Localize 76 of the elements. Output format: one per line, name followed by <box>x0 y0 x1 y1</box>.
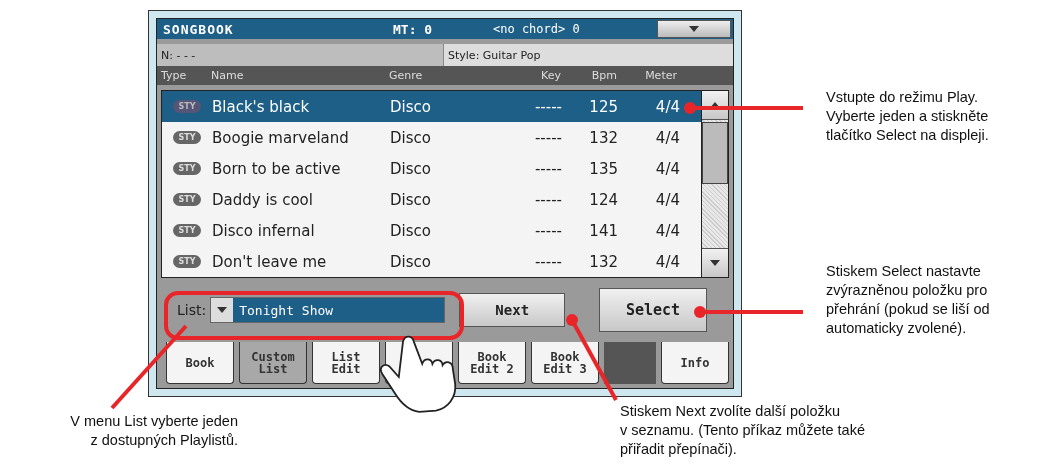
bpm-text: 125 <box>588 97 618 116</box>
genre-text: Disco <box>390 128 432 147</box>
callout-text: Stiskem Select nastavte zvýrazněnou položku pro přehrání (pokud se liší od automaticky zvolené). <box>826 262 991 338</box>
bpm-text: 135 <box>588 159 618 178</box>
list-dropdown[interactable]: Tonight Show <box>210 297 446 323</box>
key-text: ----- <box>533 159 562 178</box>
type-badge: STY <box>173 162 201 175</box>
bpm-text: 124 <box>588 190 618 209</box>
callout-text: Stiskem Next zvolíte další položku v seznamu. (Tento příkaz můžete také přiřadit přepínači). <box>620 402 866 459</box>
next-button[interactable]: Next <box>459 293 566 327</box>
song-name: Disco infernal <box>212 221 316 240</box>
meter-text: 4/4 <box>654 128 680 147</box>
up-arrow-icon <box>710 102 721 108</box>
key-text: ----- <box>533 97 562 116</box>
entry-number: N: - - - <box>157 44 444 66</box>
tab[interactable]: Info <box>661 342 729 384</box>
chord-display: <no chord> 0 <box>493 22 581 36</box>
down-arrow-icon <box>710 260 721 266</box>
song-name: Don't leave me <box>212 252 328 271</box>
tab[interactable]: List Edit <box>312 342 380 384</box>
song-name: Born to be active <box>212 159 342 178</box>
meter-text: 4/4 <box>654 252 680 271</box>
meter-text: 4/4 <box>654 221 680 240</box>
bpm-text: 132 <box>588 252 618 271</box>
caret-icon <box>217 307 228 313</box>
tab[interactable]: Custom List <box>239 342 307 384</box>
meter-text: 4/4 <box>654 190 680 209</box>
type-badge: STY <box>173 224 201 237</box>
caret-icon <box>689 26 699 32</box>
menu-button[interactable] <box>657 20 731 38</box>
key-text: ----- <box>533 128 562 147</box>
key-text: ----- <box>533 252 562 271</box>
song-name: Boogie marveland <box>212 128 350 147</box>
list-row[interactable]: STY Daddy is cool Disco ----- 124 4/4 <box>162 184 702 215</box>
type-badge: STY <box>173 193 201 206</box>
scrollbar[interactable] <box>702 90 729 278</box>
tab[interactable]: Book Edit 2 <box>458 342 526 384</box>
type-badge: STY <box>173 100 201 113</box>
list-row[interactable]: STY Boogie marveland Disco ----- 132 4/4 <box>162 122 702 153</box>
meter-text: 4/4 <box>654 97 680 116</box>
column-heading: Type <box>161 69 188 82</box>
screen-title: SONGBOOK <box>163 21 235 37</box>
genre-text: Disco <box>390 159 432 178</box>
tab[interactable]: Book Edit 3 <box>531 342 599 384</box>
select-button[interactable]: Select <box>599 288 707 332</box>
list-row[interactable]: STY Disco infernal Disco ----- 141 4/4 <box>162 215 702 246</box>
transpose-value: MT: 0 <box>393 21 434 37</box>
style-name: Style: Guitar Pop <box>444 44 733 66</box>
genre-text: Disco <box>390 221 432 240</box>
list-row[interactable]: STY Black's black Disco ----- 125 4/4 <box>162 91 702 122</box>
genre-text: Disco <box>390 252 432 271</box>
callout-text: Vstupte do režimu Play. Vyberte jeden a stiskněte tlačítko Select na displeji. <box>826 88 990 145</box>
scroll-down-button[interactable] <box>702 248 728 277</box>
empty-tab-slot <box>604 342 656 384</box>
tab[interactable]: Book <box>166 342 234 384</box>
column-heading: Genre <box>389 69 424 82</box>
column-heading: Bpm <box>590 69 617 82</box>
genre-text: Disco <box>390 190 432 209</box>
column-heading: Key <box>540 69 561 82</box>
column-heading: Meter <box>644 69 677 82</box>
key-text: ----- <box>533 221 562 240</box>
bpm-text: 141 <box>588 221 618 240</box>
bpm-text: 132 <box>588 128 618 147</box>
song-name: Daddy is cool <box>212 190 314 209</box>
genre-text: Disco <box>390 97 432 116</box>
list-label: List: <box>177 302 207 318</box>
key-text: ----- <box>533 190 562 209</box>
song-name: Black's black <box>212 97 311 116</box>
list-row[interactable]: STY Don't leave me Disco ----- 132 4/4 <box>162 246 702 277</box>
meter-text: 4/4 <box>654 159 680 178</box>
type-badge: STY <box>173 255 201 268</box>
type-badge: STY <box>173 131 201 144</box>
callout-text: V menu List vyberte jeden z dostupných Playlistů. <box>69 412 238 450</box>
column-heading: Name <box>211 69 245 82</box>
list-row[interactable]: STY Born to be active Disco ----- 135 4/4 <box>162 153 702 184</box>
scroll-thumb[interactable] <box>702 122 728 184</box>
